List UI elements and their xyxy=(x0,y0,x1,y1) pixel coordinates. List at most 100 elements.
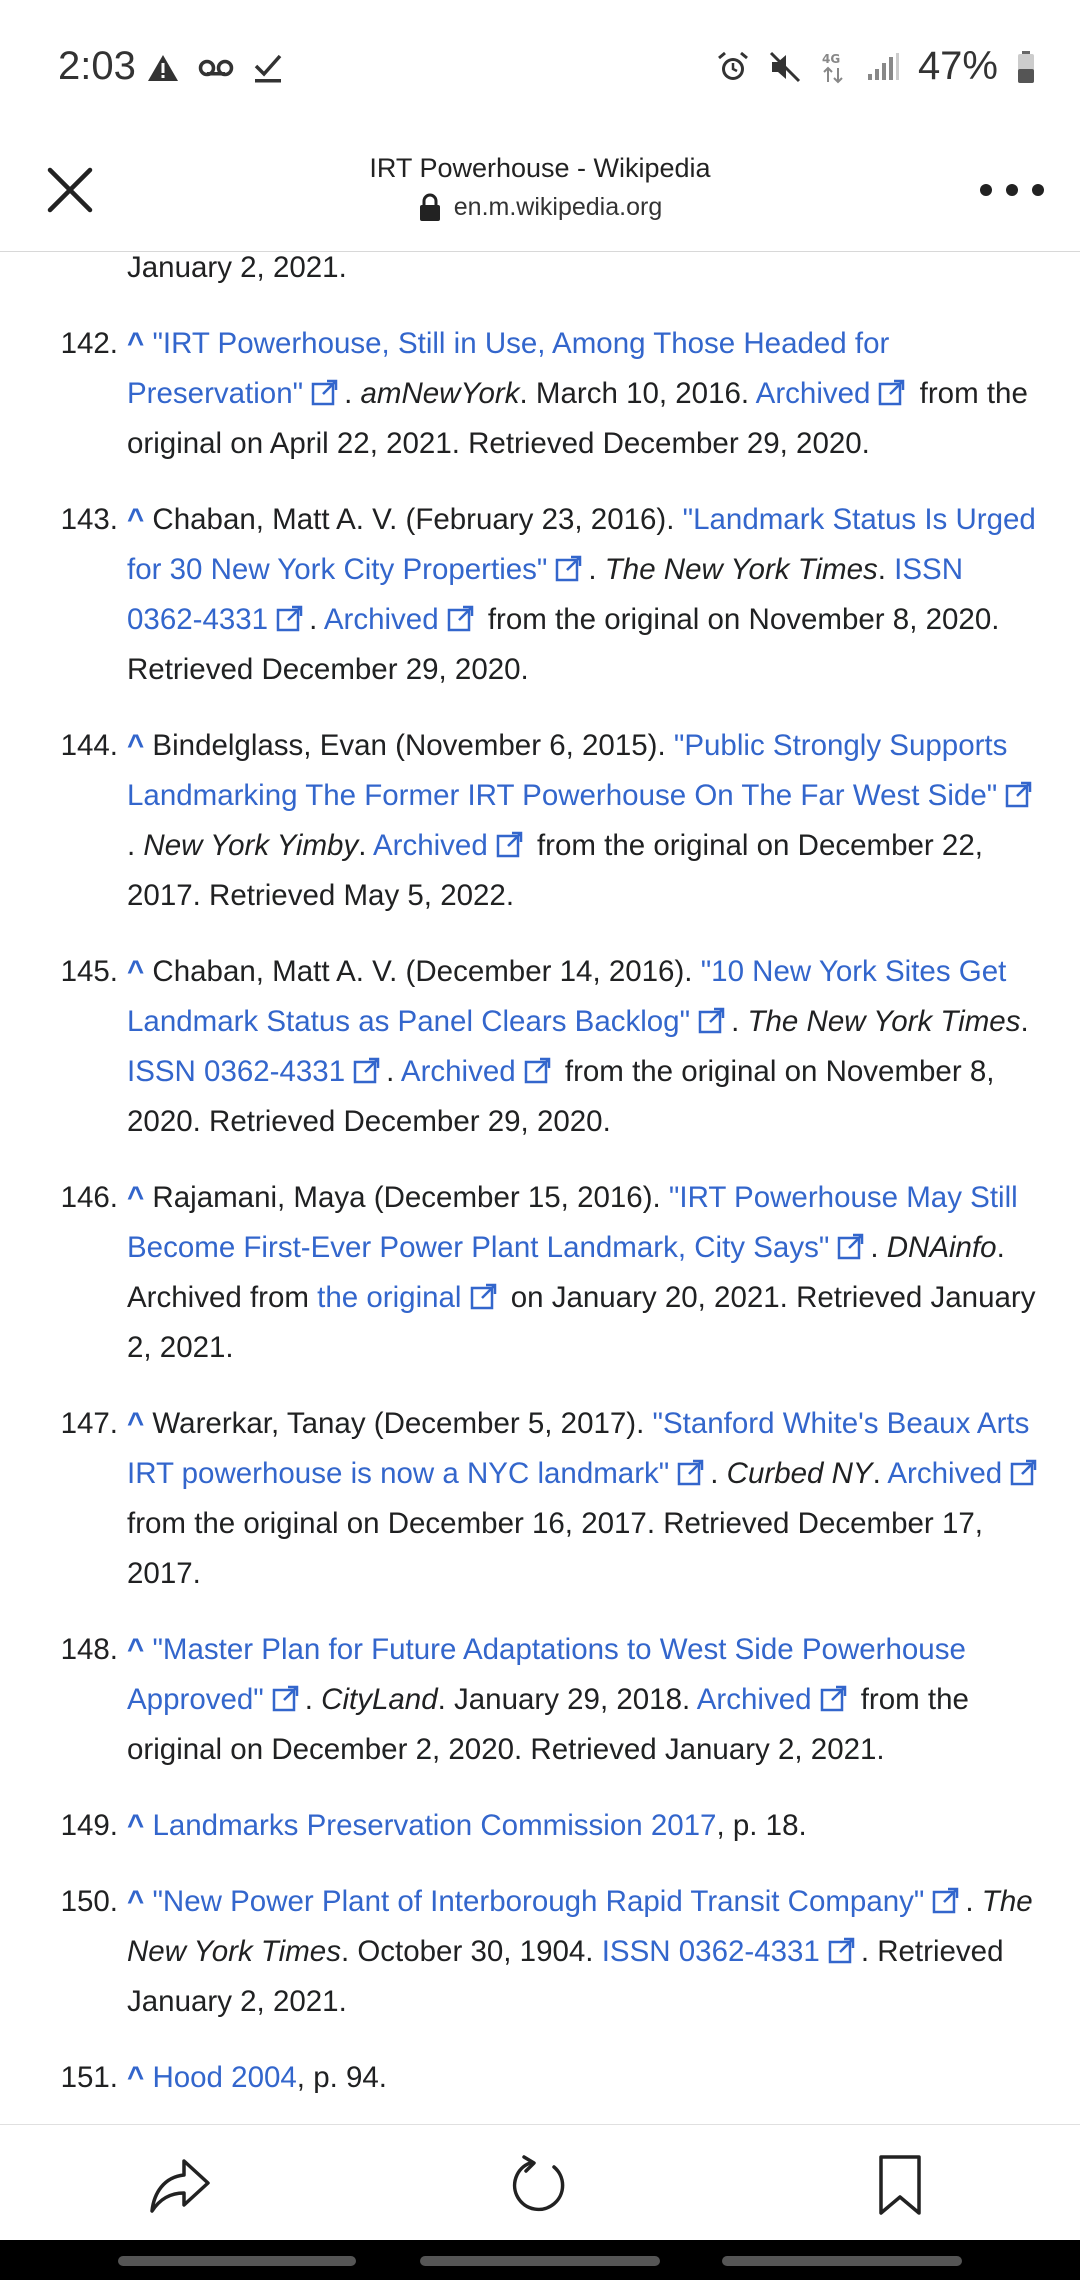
reference-link[interactable]: ISSN 0362-4331 xyxy=(602,1935,820,1968)
external-link-icon[interactable] xyxy=(447,598,474,632)
external-link-icon[interactable] xyxy=(698,1000,725,1034)
reference-text: . xyxy=(731,1005,748,1038)
reference-link[interactable]: Archived xyxy=(373,829,488,862)
reference-link[interactable]: Archived xyxy=(401,1055,516,1088)
back-to-citation-link[interactable]: ^ xyxy=(127,327,144,360)
external-link-icon[interactable] xyxy=(837,1226,864,1260)
reload-icon xyxy=(512,2155,565,2212)
gesture-pill[interactable] xyxy=(420,2256,660,2266)
external-link-icon[interactable] xyxy=(932,1880,959,1914)
back-to-citation-link[interactable]: ^ xyxy=(127,955,144,988)
mute-icon xyxy=(769,51,800,82)
external-link-icon[interactable] xyxy=(1010,1452,1037,1486)
reference-text: . March 10, 2016. xyxy=(519,377,756,410)
external-link-icon[interactable] xyxy=(878,372,905,406)
publication-name: The New York Times xyxy=(747,1005,1021,1038)
reference-text: . xyxy=(965,1885,982,1918)
reference-text: Warerkar, Tanay (December 5, 2017). xyxy=(144,1407,653,1440)
share-button[interactable] xyxy=(144,2149,216,2221)
back-to-citation-link[interactable]: ^ xyxy=(127,1181,144,1214)
gesture-pill[interactable] xyxy=(118,2256,356,2266)
reference-text: . xyxy=(710,1457,727,1490)
back-to-citation-link[interactable]: ^ xyxy=(127,1407,144,1440)
status-right-icons: 4G 47% xyxy=(716,44,1036,89)
external-link-icon[interactable] xyxy=(828,1930,855,1964)
reference-text: . xyxy=(127,829,144,862)
page-content[interactable]: January 2, 2021. 142. ^ "IRT Powerhouse, S… xyxy=(0,253,1080,2123)
reference-item: January 2, 2021. xyxy=(0,253,1080,293)
back-to-citation-link[interactable]: ^ xyxy=(127,1633,144,1666)
reference-link[interactable]: the original xyxy=(317,1281,461,1314)
external-link-icon[interactable] xyxy=(524,1050,551,1084)
reference-item: 146. ^ Rajamani, Maya (December 15, 2016)… xyxy=(0,1173,1080,1373)
browser-toolbar: IRT Powerhouse - Wikipedia en.m.wikipedi… xyxy=(0,140,1080,252)
external-link-icon[interactable] xyxy=(353,1050,380,1084)
reference-number: 148. xyxy=(60,1633,118,1666)
back-to-citation-link[interactable]: ^ xyxy=(127,503,144,536)
external-link-icon[interactable] xyxy=(820,1678,847,1712)
reference-text: . xyxy=(588,553,605,586)
reference-text: . xyxy=(358,829,373,862)
reference-number: 151. xyxy=(60,2061,118,2094)
reference-text: . xyxy=(304,1683,322,1716)
reference-link[interactable]: Archived xyxy=(697,1683,812,1716)
more-icon-dot xyxy=(1032,184,1044,196)
page-title: IRT Powerhouse - Wikipedia xyxy=(369,153,711,183)
publication-name: DNAinfo xyxy=(886,1231,997,1264)
reference-link[interactable]: Hood 2004 xyxy=(152,2061,296,2094)
lock-icon xyxy=(419,193,440,221)
url-line: en.m.wikipedia.org xyxy=(200,188,880,226)
reference-item: 143. ^ Chaban, Matt A. V. (February 23, 2… xyxy=(0,495,1080,695)
reference-text: . xyxy=(870,1231,887,1264)
url-text: en.m.wikipedia.org xyxy=(453,193,663,221)
reference-number: 142. xyxy=(60,327,118,360)
reference-text: Chaban, Matt A. V. (February 23, 2016). xyxy=(144,503,683,536)
reference-link[interactable]: Archived xyxy=(324,603,439,636)
reference-text: , p. 94. xyxy=(296,2061,387,2094)
more-icon-dot xyxy=(1006,184,1018,196)
publication-name: The New York Times xyxy=(604,553,878,586)
gesture-bar xyxy=(0,2240,1080,2280)
external-link-icon[interactable] xyxy=(276,598,303,632)
reference-text: January 2, 2021. xyxy=(127,253,347,284)
reference-text: . January 29, 2018. xyxy=(437,1683,697,1716)
reference-item: 142. ^ "IRT Powerhouse, Still in Use, Amo… xyxy=(0,319,1080,469)
external-link-icon[interactable] xyxy=(311,372,338,406)
reference-number: 146. xyxy=(60,1181,118,1214)
publication-name: CityLand xyxy=(321,1683,438,1716)
more-options-button[interactable] xyxy=(980,170,1044,210)
reference-text: . xyxy=(877,553,895,586)
external-link-icon[interactable] xyxy=(496,824,523,858)
reference-text: . October 30, 1904. xyxy=(340,1935,602,1968)
page-title-block[interactable]: IRT Powerhouse - Wikipedia en.m.wikipedi… xyxy=(200,148,880,226)
back-to-citation-link[interactable]: ^ xyxy=(127,1885,144,1918)
reference-item: 150. ^ "New Power Plant of Interborough R… xyxy=(0,1877,1080,2027)
reload-button[interactable] xyxy=(504,2149,576,2221)
share-icon xyxy=(150,2159,210,2213)
bookmark-button[interactable] xyxy=(864,2149,936,2221)
check-icon xyxy=(254,54,282,83)
bottom-toolbar xyxy=(0,2124,1080,2240)
reference-text: . xyxy=(386,1055,401,1088)
status-left-icons xyxy=(146,52,284,84)
reference-link[interactable]: Archived xyxy=(887,1457,1002,1490)
battery-percent: 47% xyxy=(917,44,998,88)
external-link-icon[interactable] xyxy=(555,548,582,582)
external-link-icon[interactable] xyxy=(272,1678,299,1712)
reference-link[interactable]: Archived xyxy=(756,377,871,410)
external-link-icon[interactable] xyxy=(470,1276,497,1310)
back-to-citation-link[interactable]: ^ xyxy=(127,1809,144,1842)
reference-link[interactable]: ISSN 0362-4331 xyxy=(127,1055,345,1088)
external-link-icon[interactable] xyxy=(1005,774,1032,808)
back-to-citation-link[interactable]: ^ xyxy=(127,729,144,762)
reference-text: Rajamani, Maya (December 15, 2016). xyxy=(144,1181,669,1214)
reference-link[interactable]: Landmarks Preservation Commission 2017 xyxy=(152,1809,716,1842)
signal-icon xyxy=(867,52,899,80)
external-link-icon[interactable] xyxy=(677,1452,704,1486)
reference-text: Chaban, Matt A. V. (December 14, 2016). xyxy=(144,955,701,988)
close-button[interactable] xyxy=(40,160,100,220)
gesture-pill[interactable] xyxy=(722,2256,962,2266)
reference-link[interactable]: "New Power Plant of Interborough Rapid T… xyxy=(152,1885,924,1918)
reference-number: 144. xyxy=(60,729,118,762)
back-to-citation-link[interactable]: ^ xyxy=(127,2061,144,2094)
